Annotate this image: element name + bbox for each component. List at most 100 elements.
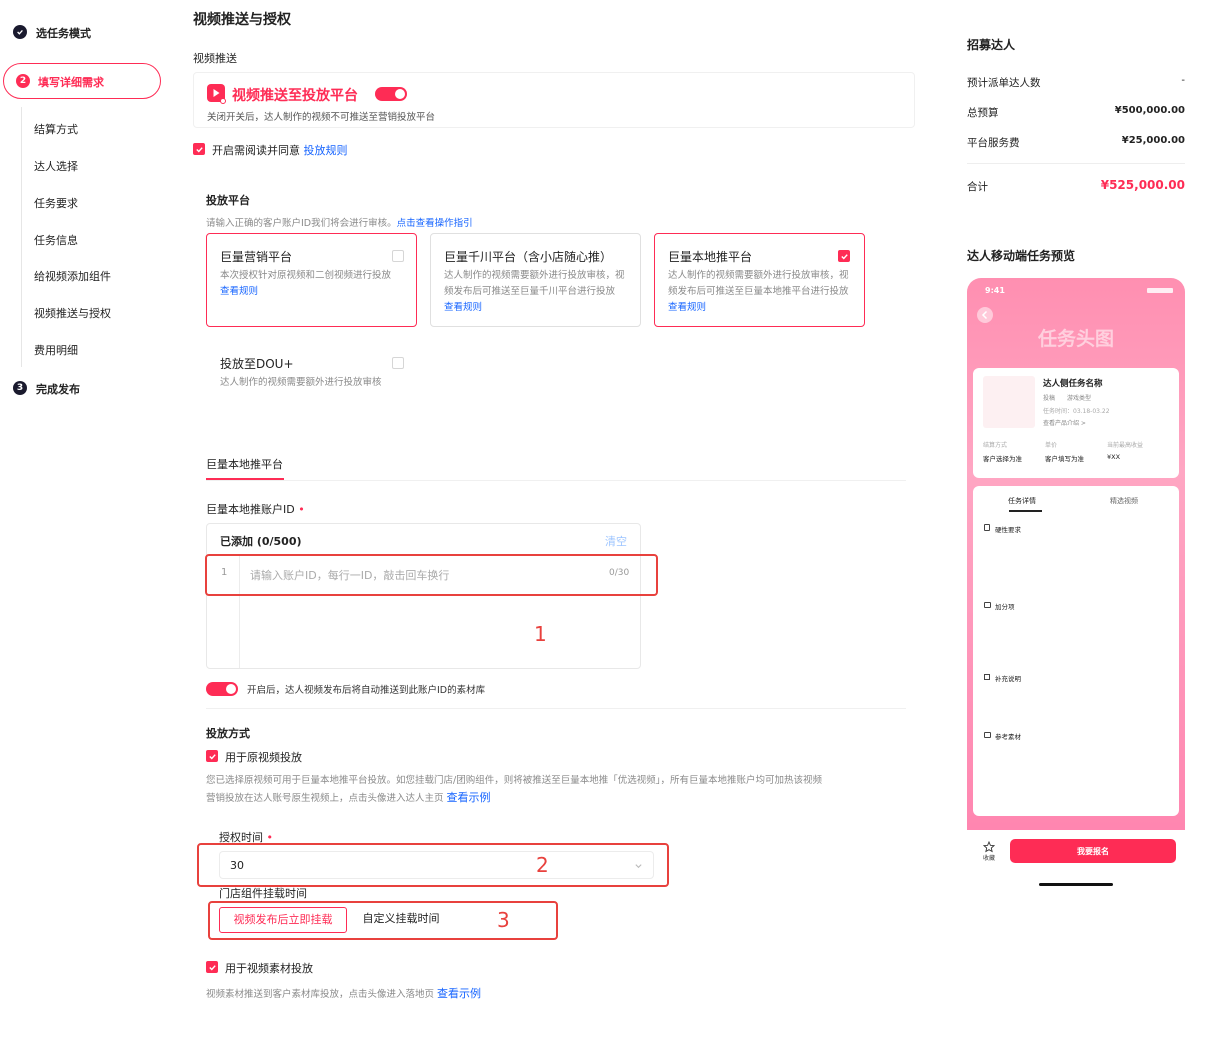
material-desc: 视频素材推送到客户素材库投放，点击头像进入落地页 查看示例: [206, 987, 482, 1000]
push-dot: [220, 98, 226, 104]
card-checkbox[interactable]: [838, 250, 850, 262]
annotation-box-2: [197, 843, 669, 887]
card-rules-link[interactable]: 查看规则: [220, 286, 258, 297]
example-link[interactable]: 查看示例: [447, 791, 491, 804]
phone-preview: 9:41 任务头图 达人侧任务名称 投稿 游戏类型 任务时间：03.18-03.…: [967, 278, 1185, 830]
material-example-link[interactable]: 查看示例: [437, 987, 481, 1000]
task-date: 任务时间：03.18-03.22: [1043, 408, 1110, 415]
annotation-1: 1: [534, 622, 547, 646]
material-checkbox[interactable]: [206, 961, 218, 973]
nav-item-fees[interactable]: 费用明细: [34, 342, 78, 358]
summary-row-fee: 平台服务费 ¥25,000.00: [967, 135, 1185, 149]
signal-icon: [1147, 288, 1173, 293]
method-title: 投放方式: [206, 727, 250, 740]
product-link[interactable]: 查看产品介绍 >: [1043, 418, 1086, 427]
tab-underline: [1009, 510, 1042, 512]
card-rules-link[interactable]: 查看规则: [444, 302, 482, 313]
agree-rules-link[interactable]: 投放规则: [304, 144, 348, 157]
check-circle-icon: [13, 25, 27, 39]
orig-video-label: 用于原视频投放: [225, 751, 302, 764]
status-time: 9:41: [985, 286, 1005, 295]
tab-divider: [206, 480, 906, 481]
sidebar-subnav: [21, 107, 22, 367]
step2-label: 填写详细需求: [38, 76, 104, 89]
nav-item-requirements[interactable]: 任务要求: [34, 195, 78, 211]
required-mark: •: [298, 503, 305, 516]
platform-card-dou[interactable]: 投放至DOU+ 达人制作的视频需要额外进行投放审核: [206, 340, 417, 396]
annotation-box-1: [205, 554, 658, 596]
nav-item-creator[interactable]: 达人选择: [34, 158, 78, 174]
annotation-3: 3: [497, 908, 510, 932]
card-title: 巨量千川平台（含小店随心推）: [444, 250, 613, 264]
nav-item-settlement[interactable]: 结算方式: [34, 121, 78, 137]
col-label: 单价: [1045, 442, 1058, 449]
nav-item-push-auth[interactable]: 视频推送与授权: [34, 305, 111, 321]
nav-item-components[interactable]: 给视频添加组件: [34, 268, 111, 284]
tab-local-platform[interactable]: 巨量本地推平台: [206, 456, 283, 472]
annotation-2: 2: [536, 853, 549, 877]
method-divider: [206, 708, 906, 709]
card-checkbox[interactable]: [392, 250, 404, 262]
step3-label: 完成发布: [36, 383, 80, 396]
summary-row-total: 合计 ¥525,000.00: [967, 178, 1185, 193]
account-label: 巨量本地推账户ID •: [206, 503, 305, 516]
page-title: 视频推送与授权: [193, 12, 291, 28]
summary-divider: [967, 163, 1185, 164]
card-desc: 达人制作的视频需要额外进行投放审核: [220, 377, 382, 388]
task-tag: 投稿: [1043, 395, 1056, 402]
task-name: 达人侧任务名称: [1043, 379, 1103, 389]
operation-guide-link[interactable]: 点击查看操作指引: [397, 218, 473, 229]
platform-card-marketing[interactable]: 巨量营销平台 本次授权针对原视频和二创视频进行投放 查看规则: [206, 233, 417, 327]
push-section-title: 视频推送: [193, 52, 237, 65]
step3-number: 3: [13, 381, 27, 395]
platform-card-local[interactable]: 巨量本地推平台 达人制作的视频需要额外进行投放审核，视频发布后可推送至巨量本地推…: [654, 233, 865, 327]
agree-row: 开启需阅读并同意 投放规则: [212, 142, 348, 158]
store-mount-label: 门店组件挂载时间: [219, 887, 307, 900]
material-label: 用于视频素材投放: [225, 962, 313, 975]
platform-title: 投放平台: [206, 194, 250, 207]
card-title: 巨量本地推平台: [668, 250, 753, 264]
step2-active[interactable]: 2 填写详细需求: [3, 63, 161, 99]
signup-button[interactable]: 我要报名: [1010, 839, 1176, 863]
orig-video-checkbox[interactable]: [206, 750, 218, 762]
col-value: 客户填写为准: [1045, 455, 1084, 463]
tab-featured-videos[interactable]: 精选视频: [1110, 496, 1138, 506]
col-value: ¥XX: [1107, 453, 1121, 461]
nav-item-task-info[interactable]: 任务信息: [34, 232, 78, 248]
preview-title: 达人移动端任务预览: [967, 249, 1076, 263]
doc-icon: [984, 524, 990, 531]
agree-checkbox[interactable]: [193, 143, 205, 155]
task-tag: 游戏类型: [1067, 395, 1092, 402]
folder-icon: [984, 732, 991, 738]
summary-row-creators: 预计派单达人数 -: [967, 75, 1185, 89]
platform-hint: 请输入正确的客户账户ID我们将会进行审核。点击查看操作指引: [206, 215, 473, 229]
card-checkbox[interactable]: [392, 357, 404, 369]
card-desc: 本次授权针对原视频和二创视频进行投放 查看规则: [220, 270, 392, 297]
card-rules-link[interactable]: 查看规则: [668, 302, 706, 313]
home-indicator: [1039, 883, 1113, 886]
push-toggle[interactable]: [375, 87, 407, 101]
card-title: 投放至DOU+: [220, 357, 294, 371]
detail-card: 任务详情 精选视频 硬性要求 加分项 补充说明 参考素材: [973, 486, 1179, 816]
tab-task-detail[interactable]: 任务详情: [1008, 496, 1036, 506]
clear-button[interactable]: 清空: [605, 533, 627, 549]
step1-label: 选任务模式: [36, 27, 91, 40]
section-notes: 补充说明: [995, 675, 1021, 683]
auto-push-toggle[interactable]: [206, 682, 238, 696]
task-thumb: [983, 376, 1035, 428]
platform-card-qianchuan[interactable]: 巨量千川平台（含小店随心推） 达人制作的视频需要额外进行投放审核，视频发布后可推…: [430, 233, 641, 327]
back-icon[interactable]: [977, 307, 993, 323]
section-hard-req: 硬性要求: [995, 526, 1021, 534]
grid-icon: [984, 674, 990, 680]
col-label: 当前最高收益: [1107, 442, 1144, 449]
section-reference: 参考素材: [995, 733, 1021, 741]
step2-number: 2: [16, 74, 30, 88]
signup-label: 我要报名: [1077, 847, 1109, 856]
orig-video-desc: 您已选择原视频可用于巨量本地推平台投放。如您挂载门店/团购组件，则将被推送至巨量…: [206, 775, 822, 804]
platform-hint-text: 请输入正确的客户账户ID我们将会进行审核。: [206, 218, 397, 229]
added-count: 已添加 (0/500): [220, 535, 302, 548]
auto-push-text: 开启后，达人视频发布后将自动推送到此账户ID的素材库: [247, 685, 486, 696]
section-bonus: 加分项: [995, 603, 1015, 611]
push-title: 视频推送至投放平台: [232, 88, 358, 104]
col-value: 客户选择为准: [983, 455, 1022, 463]
